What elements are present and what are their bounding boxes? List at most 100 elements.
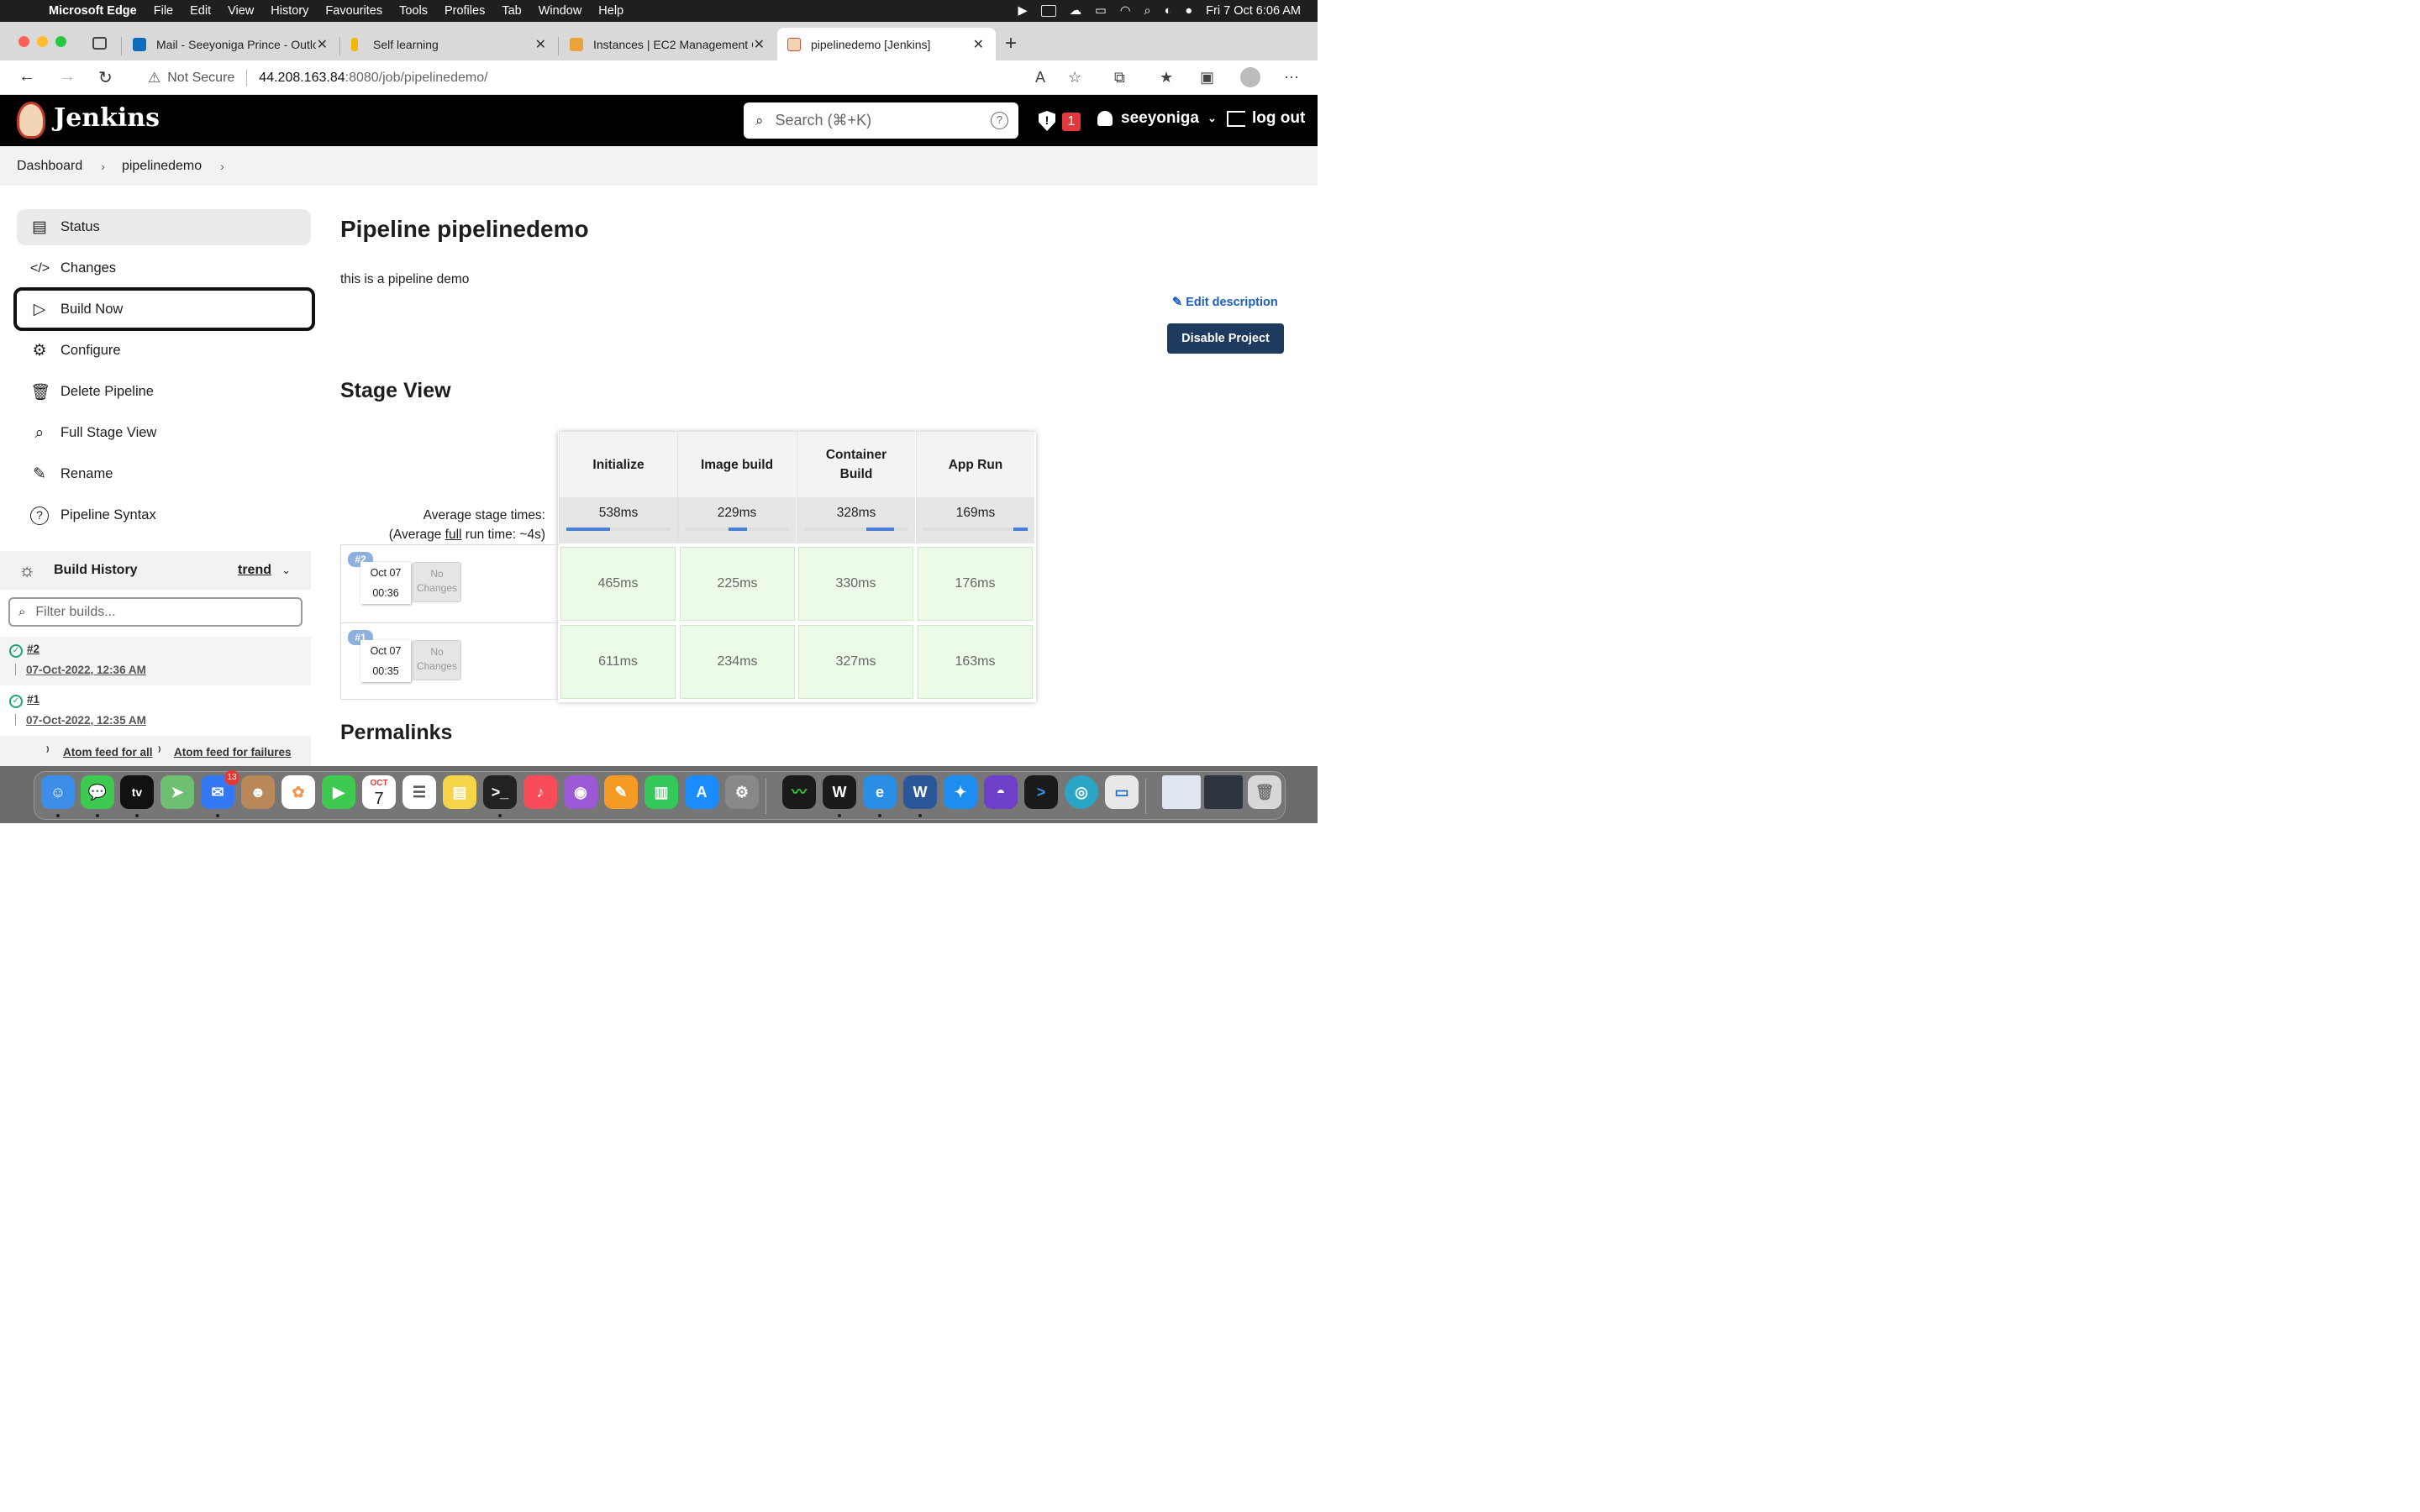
terminal-icon[interactable]: >_: [483, 775, 517, 809]
menu-tools[interactable]: Tools: [399, 4, 428, 18]
window-minimize-button[interactable]: [37, 36, 48, 47]
sidebar-item-status[interactable]: ▤ Status: [17, 209, 311, 245]
not-secure-label[interactable]: Not Secure: [167, 71, 234, 86]
sidebar-item-build-now[interactable]: ▷ Build Now: [13, 287, 315, 331]
menu-history[interactable]: History: [271, 4, 308, 18]
jenkins-brand[interactable]: Jenkins: [54, 103, 160, 133]
messages-icon[interactable]: 💬: [81, 775, 114, 809]
chevron-down-icon[interactable]: ⌄: [281, 564, 291, 577]
stage-cell[interactable]: 234ms: [680, 625, 795, 699]
menu-profiles[interactable]: Profiles: [445, 4, 485, 18]
window-zoom-button[interactable]: [55, 36, 66, 47]
stage-cell[interactable]: 327ms: [798, 625, 913, 699]
calendar-icon[interactable]: OCT 7: [362, 775, 396, 809]
menu-file[interactable]: File: [154, 4, 173, 18]
edge-icon[interactable]: e: [863, 775, 897, 809]
sidebar-item-full-stage-view[interactable]: ⌕ Full Stage View: [17, 415, 311, 451]
menu-window[interactable]: Window: [539, 4, 582, 18]
control-center-icon[interactable]: ◐: [1165, 4, 1172, 18]
logout-button[interactable]: log out: [1227, 109, 1305, 128]
tab-self-learning[interactable]: Self learning ✕: [351, 28, 558, 60]
forward-button[interactable]: →: [59, 67, 76, 87]
stage-cell[interactable]: 163ms: [918, 625, 1033, 699]
screen-share-icon[interactable]: ◎: [1065, 775, 1098, 809]
system-preferences-icon[interactable]: ⚙: [725, 775, 759, 809]
jenkins-logo-icon[interactable]: [17, 102, 45, 139]
sidebar-item-delete-pipeline[interactable]: 🗑 Delete Pipeline: [17, 374, 311, 410]
window-thumbnail-icon[interactable]: [1204, 775, 1243, 809]
stage-cell[interactable]: 225ms: [680, 547, 795, 621]
window-close-button[interactable]: [18, 36, 29, 47]
new-tab-button[interactable]: +: [1005, 32, 1017, 55]
tab-ec2[interactable]: Instances | EC2 Management C ✕: [570, 28, 776, 60]
podcasts-icon[interactable]: ◉: [564, 775, 597, 809]
security-shield-icon[interactable]: !: [1039, 111, 1055, 131]
stage-cell[interactable]: 465ms: [560, 547, 676, 621]
user-menu[interactable]: seeyoniga ⌄: [1097, 109, 1217, 128]
app-store-icon[interactable]: A: [685, 775, 718, 809]
build-row[interactable]: ✓ #2 07-Oct-2022, 12:36 AM: [0, 637, 311, 685]
search-help-icon[interactable]: ?: [991, 112, 1008, 129]
play-status-icon[interactable]: ▶: [1018, 4, 1028, 18]
battery-icon[interactable]: ▭: [1095, 4, 1107, 18]
breadcrumb-pipelinedemo[interactable]: pipelinedemo: [122, 159, 202, 174]
facetime-icon[interactable]: ▶: [322, 775, 355, 809]
sidebar-item-rename[interactable]: ✎ Rename: [17, 456, 311, 492]
trend-link[interactable]: trend: [238, 563, 271, 578]
menu-view[interactable]: View: [228, 4, 254, 18]
spotlight-search-icon[interactable]: ⌕: [1144, 4, 1151, 18]
breadcrumb-dashboard[interactable]: Dashboard: [17, 159, 82, 174]
run-changes[interactable]: No Changes: [413, 562, 461, 602]
maps-icon[interactable]: ➤: [160, 775, 194, 809]
cloud-icon[interactable]: ☁: [1070, 4, 1082, 18]
close-icon[interactable]: ✕: [973, 36, 984, 53]
remote-desktop-icon[interactable]: ▭: [1105, 775, 1139, 809]
tab-outlook[interactable]: Mail - Seeyoniga Prince - Outlo ✕: [133, 28, 339, 60]
contacts-icon[interactable]: ☻: [241, 775, 275, 809]
siri-icon[interactable]: ●: [1185, 4, 1192, 18]
sidebar-item-configure[interactable]: ⚙ Configure: [17, 333, 311, 369]
collections-icon[interactable]: ▣: [1200, 69, 1214, 87]
atom-feed-all-link[interactable]: Atom feed for all: [63, 746, 153, 759]
wifi-icon[interactable]: ◠: [1120, 4, 1131, 18]
menu-favourites[interactable]: Favourites: [325, 4, 382, 18]
close-icon[interactable]: ✕: [535, 36, 546, 53]
add-favourite-icon[interactable]: ☆: [1068, 69, 1081, 87]
music-icon[interactable]: ♪: [523, 775, 557, 809]
warning-icon[interactable]: ⚠: [148, 70, 160, 87]
menubar-clock[interactable]: Fri 7 Oct 6:06 AM: [1206, 4, 1301, 18]
chevron-right-icon[interactable]: ›: [220, 160, 224, 173]
build-row[interactable]: ✓ #1 07-Oct-2022, 12:35 AM: [0, 687, 311, 736]
trash-icon[interactable]: 🗑: [1248, 775, 1281, 809]
sidebar-item-pipeline-syntax[interactable]: ? Pipeline Syntax: [17, 497, 311, 533]
safari-icon[interactable]: ✦: [944, 775, 977, 809]
search-input[interactable]: [773, 111, 967, 130]
stage-cell[interactable]: 611ms: [560, 625, 676, 699]
photos-icon[interactable]: ✿: [281, 775, 315, 809]
stage-cell[interactable]: 330ms: [798, 547, 913, 621]
menu-app-name[interactable]: Microsoft Edge: [49, 4, 137, 18]
more-options-icon[interactable]: ⋯: [1284, 69, 1299, 87]
webex-icon[interactable]: W: [823, 775, 856, 809]
url-field[interactable]: ⚠ Not Secure 44.208.163.84 :8080/job/pip…: [133, 64, 1099, 92]
disable-project-button[interactable]: Disable Project: [1167, 323, 1284, 354]
atom-feed-failures-link[interactable]: Atom feed for failures: [174, 746, 292, 759]
numbers-icon[interactable]: ▥: [644, 775, 678, 809]
favourites-icon[interactable]: ★: [1160, 69, 1173, 87]
github-desktop-icon[interactable]: ◓: [984, 775, 1018, 809]
extensions-icon[interactable]: ⧉: [1114, 69, 1125, 87]
reminders-icon[interactable]: ☰: [402, 775, 436, 809]
menu-edit[interactable]: Edit: [190, 4, 211, 18]
build-number-link[interactable]: #2: [27, 643, 39, 655]
notes-icon[interactable]: ▤: [443, 775, 476, 809]
screen-mirror-icon[interactable]: [1040, 5, 1056, 17]
build-date-link[interactable]: 07-Oct-2022, 12:35 AM: [26, 714, 146, 727]
apple-tv-icon[interactable]: tv: [120, 775, 154, 809]
reload-button[interactable]: ↻: [98, 67, 113, 88]
pages-icon[interactable]: ✎: [604, 775, 638, 809]
activity-monitor-icon[interactable]: 〰: [782, 775, 816, 809]
build-number-link[interactable]: #1: [27, 693, 39, 706]
back-button[interactable]: ←: [18, 67, 35, 87]
build-date-link[interactable]: 07-Oct-2022, 12:36 AM: [26, 664, 146, 676]
word-icon[interactable]: W: [903, 775, 937, 809]
